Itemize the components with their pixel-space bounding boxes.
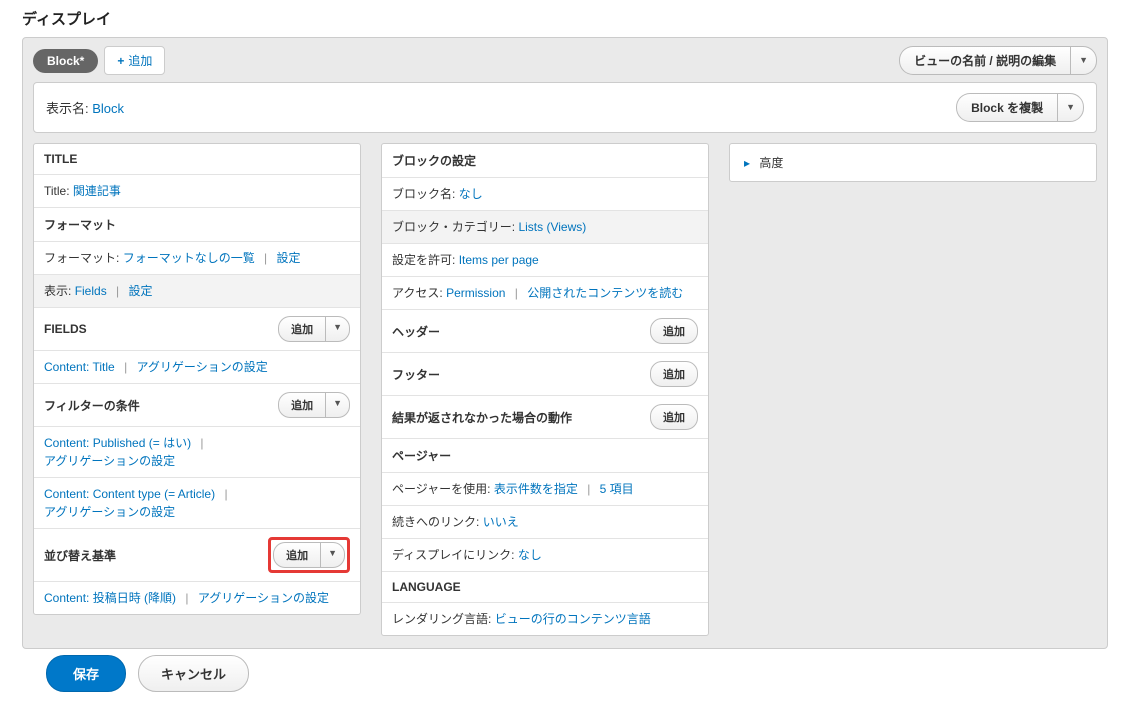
- noresult-add-button[interactable]: 追加: [650, 404, 698, 430]
- display-name-value[interactable]: Block: [92, 101, 124, 116]
- footer-add-button[interactable]: 追加: [650, 361, 698, 387]
- filter-section-hd: フィルターの条件 追加 ▼: [34, 383, 360, 426]
- display-tab-block[interactable]: Block*: [33, 49, 98, 73]
- advanced-label: 高度: [759, 156, 783, 170]
- plus-icon: +: [117, 54, 124, 68]
- sort-aggregation-settings[interactable]: アグリゲーションの設定: [198, 591, 329, 605]
- fields-add-button[interactable]: 追加: [278, 316, 325, 342]
- cancel-button[interactable]: キャンセル: [138, 655, 249, 692]
- col1-box: TITLE Title: 関連記事 フォーマット フォーマット: フォーマットな…: [33, 143, 361, 615]
- block-name-label: ブロック名:: [392, 187, 455, 201]
- pager-use-value[interactable]: 表示件数を指定: [494, 482, 578, 496]
- add-display-button[interactable]: + 追加: [104, 46, 165, 75]
- chevron-down-icon: ▼: [328, 548, 337, 558]
- page-heading: ディスプレイ: [22, 8, 1108, 29]
- title-section-hd: TITLE: [34, 144, 360, 174]
- filter-content-type[interactable]: Content: Content type (= Article): [44, 487, 215, 501]
- more-link-value[interactable]: いいえ: [483, 515, 519, 529]
- pager-section-hd: ページャー: [382, 438, 708, 472]
- filter-add-button[interactable]: 追加: [278, 392, 325, 418]
- chevron-down-icon: ▼: [1066, 102, 1075, 112]
- advanced-toggle[interactable]: ▸ 高度: [729, 143, 1097, 182]
- sort-add-dropdown[interactable]: ▼: [320, 542, 345, 568]
- show-settings[interactable]: 設定: [129, 284, 153, 298]
- sort-section-hd: 並び替え基準 追加 ▼: [34, 528, 360, 581]
- save-button[interactable]: 保存: [46, 655, 126, 692]
- clone-display-button[interactable]: Block を複製: [956, 93, 1057, 122]
- allow-value[interactable]: Items per page: [459, 253, 539, 267]
- add-display-label: 追加: [128, 52, 152, 69]
- display-name-label: 表示名:: [46, 101, 89, 116]
- access-value[interactable]: Permission: [446, 286, 505, 300]
- block-name-value[interactable]: なし: [459, 187, 483, 201]
- language-section-hd: LANGUAGE: [382, 571, 708, 602]
- displays-panel: Block* + 追加 ビューの名前 / 説明の編集 ▼ 表示名: Block …: [22, 37, 1108, 649]
- show-label: 表示:: [44, 284, 71, 298]
- format-section-hd: フォーマット: [34, 207, 360, 241]
- allow-label: 設定を許可:: [392, 253, 455, 267]
- caret-right-icon: ▸: [744, 156, 750, 170]
- access-label: アクセス:: [392, 286, 443, 300]
- block-settings-hd: ブロックの設定: [382, 144, 708, 177]
- highlight-sort-add: 追加 ▼: [268, 537, 350, 573]
- pager-items[interactable]: 5 項目: [600, 482, 634, 496]
- display-link-label: ディスプレイにリンク:: [392, 548, 515, 562]
- more-link-label: 続きへのリンク:: [392, 515, 479, 529]
- format-value[interactable]: フォーマットなしの一覧: [123, 251, 255, 265]
- filter-published-aggregation[interactable]: アグリゲーションの設定: [44, 454, 175, 468]
- filter-published[interactable]: Content: Published (= はい): [44, 436, 191, 450]
- header-add-button[interactable]: 追加: [650, 318, 698, 344]
- header-section-hd: ヘッダー 追加: [382, 309, 708, 352]
- fields-add-dropdown[interactable]: ▼: [325, 316, 350, 342]
- col2-box: ブロックの設定 ブロック名: なし ブロック・カテゴリー: Lists (Vie…: [381, 143, 709, 636]
- edit-view-name-button[interactable]: ビューの名前 / 説明の編集: [899, 46, 1070, 75]
- format-label: フォーマット:: [44, 251, 119, 265]
- title-value[interactable]: 関連記事: [73, 184, 121, 198]
- pager-use-label: ページャーを使用:: [392, 482, 491, 496]
- chevron-down-icon: ▼: [333, 398, 342, 408]
- chevron-down-icon: ▼: [333, 322, 342, 332]
- title-label: Title:: [44, 184, 70, 198]
- access-permission-value[interactable]: 公開されたコンテンツを読む: [527, 286, 683, 300]
- render-language-value[interactable]: ビューの行のコンテンツ言語: [495, 612, 651, 626]
- field-content-title[interactable]: Content: Title: [44, 360, 115, 374]
- clone-display-dropdown[interactable]: ▼: [1057, 93, 1084, 122]
- filter-add-dropdown[interactable]: ▼: [325, 392, 350, 418]
- display-name-bar: 表示名: Block Block を複製 ▼: [33, 82, 1097, 133]
- chevron-down-icon: ▼: [1079, 55, 1088, 65]
- field-aggregation-settings[interactable]: アグリゲーションの設定: [137, 360, 268, 374]
- filter-content-type-aggregation[interactable]: アグリゲーションの設定: [44, 505, 175, 519]
- fields-section-hd: FIELDS 追加 ▼: [34, 307, 360, 350]
- sort-add-button[interactable]: 追加: [273, 542, 320, 568]
- noresult-section-hd: 結果が返されなかった場合の動作 追加: [382, 395, 708, 438]
- block-category-label: ブロック・カテゴリー:: [392, 220, 515, 234]
- display-link-value[interactable]: なし: [518, 548, 542, 562]
- render-language-label: レンダリング言語:: [392, 612, 491, 626]
- footer-section-hd: フッター 追加: [382, 352, 708, 395]
- show-value[interactable]: Fields: [75, 284, 107, 298]
- sort-created-desc[interactable]: Content: 投稿日時 (降順): [44, 591, 176, 605]
- format-settings[interactable]: 設定: [277, 251, 301, 265]
- edit-view-name-dropdown[interactable]: ▼: [1070, 46, 1097, 75]
- block-category-value[interactable]: Lists (Views): [518, 220, 586, 234]
